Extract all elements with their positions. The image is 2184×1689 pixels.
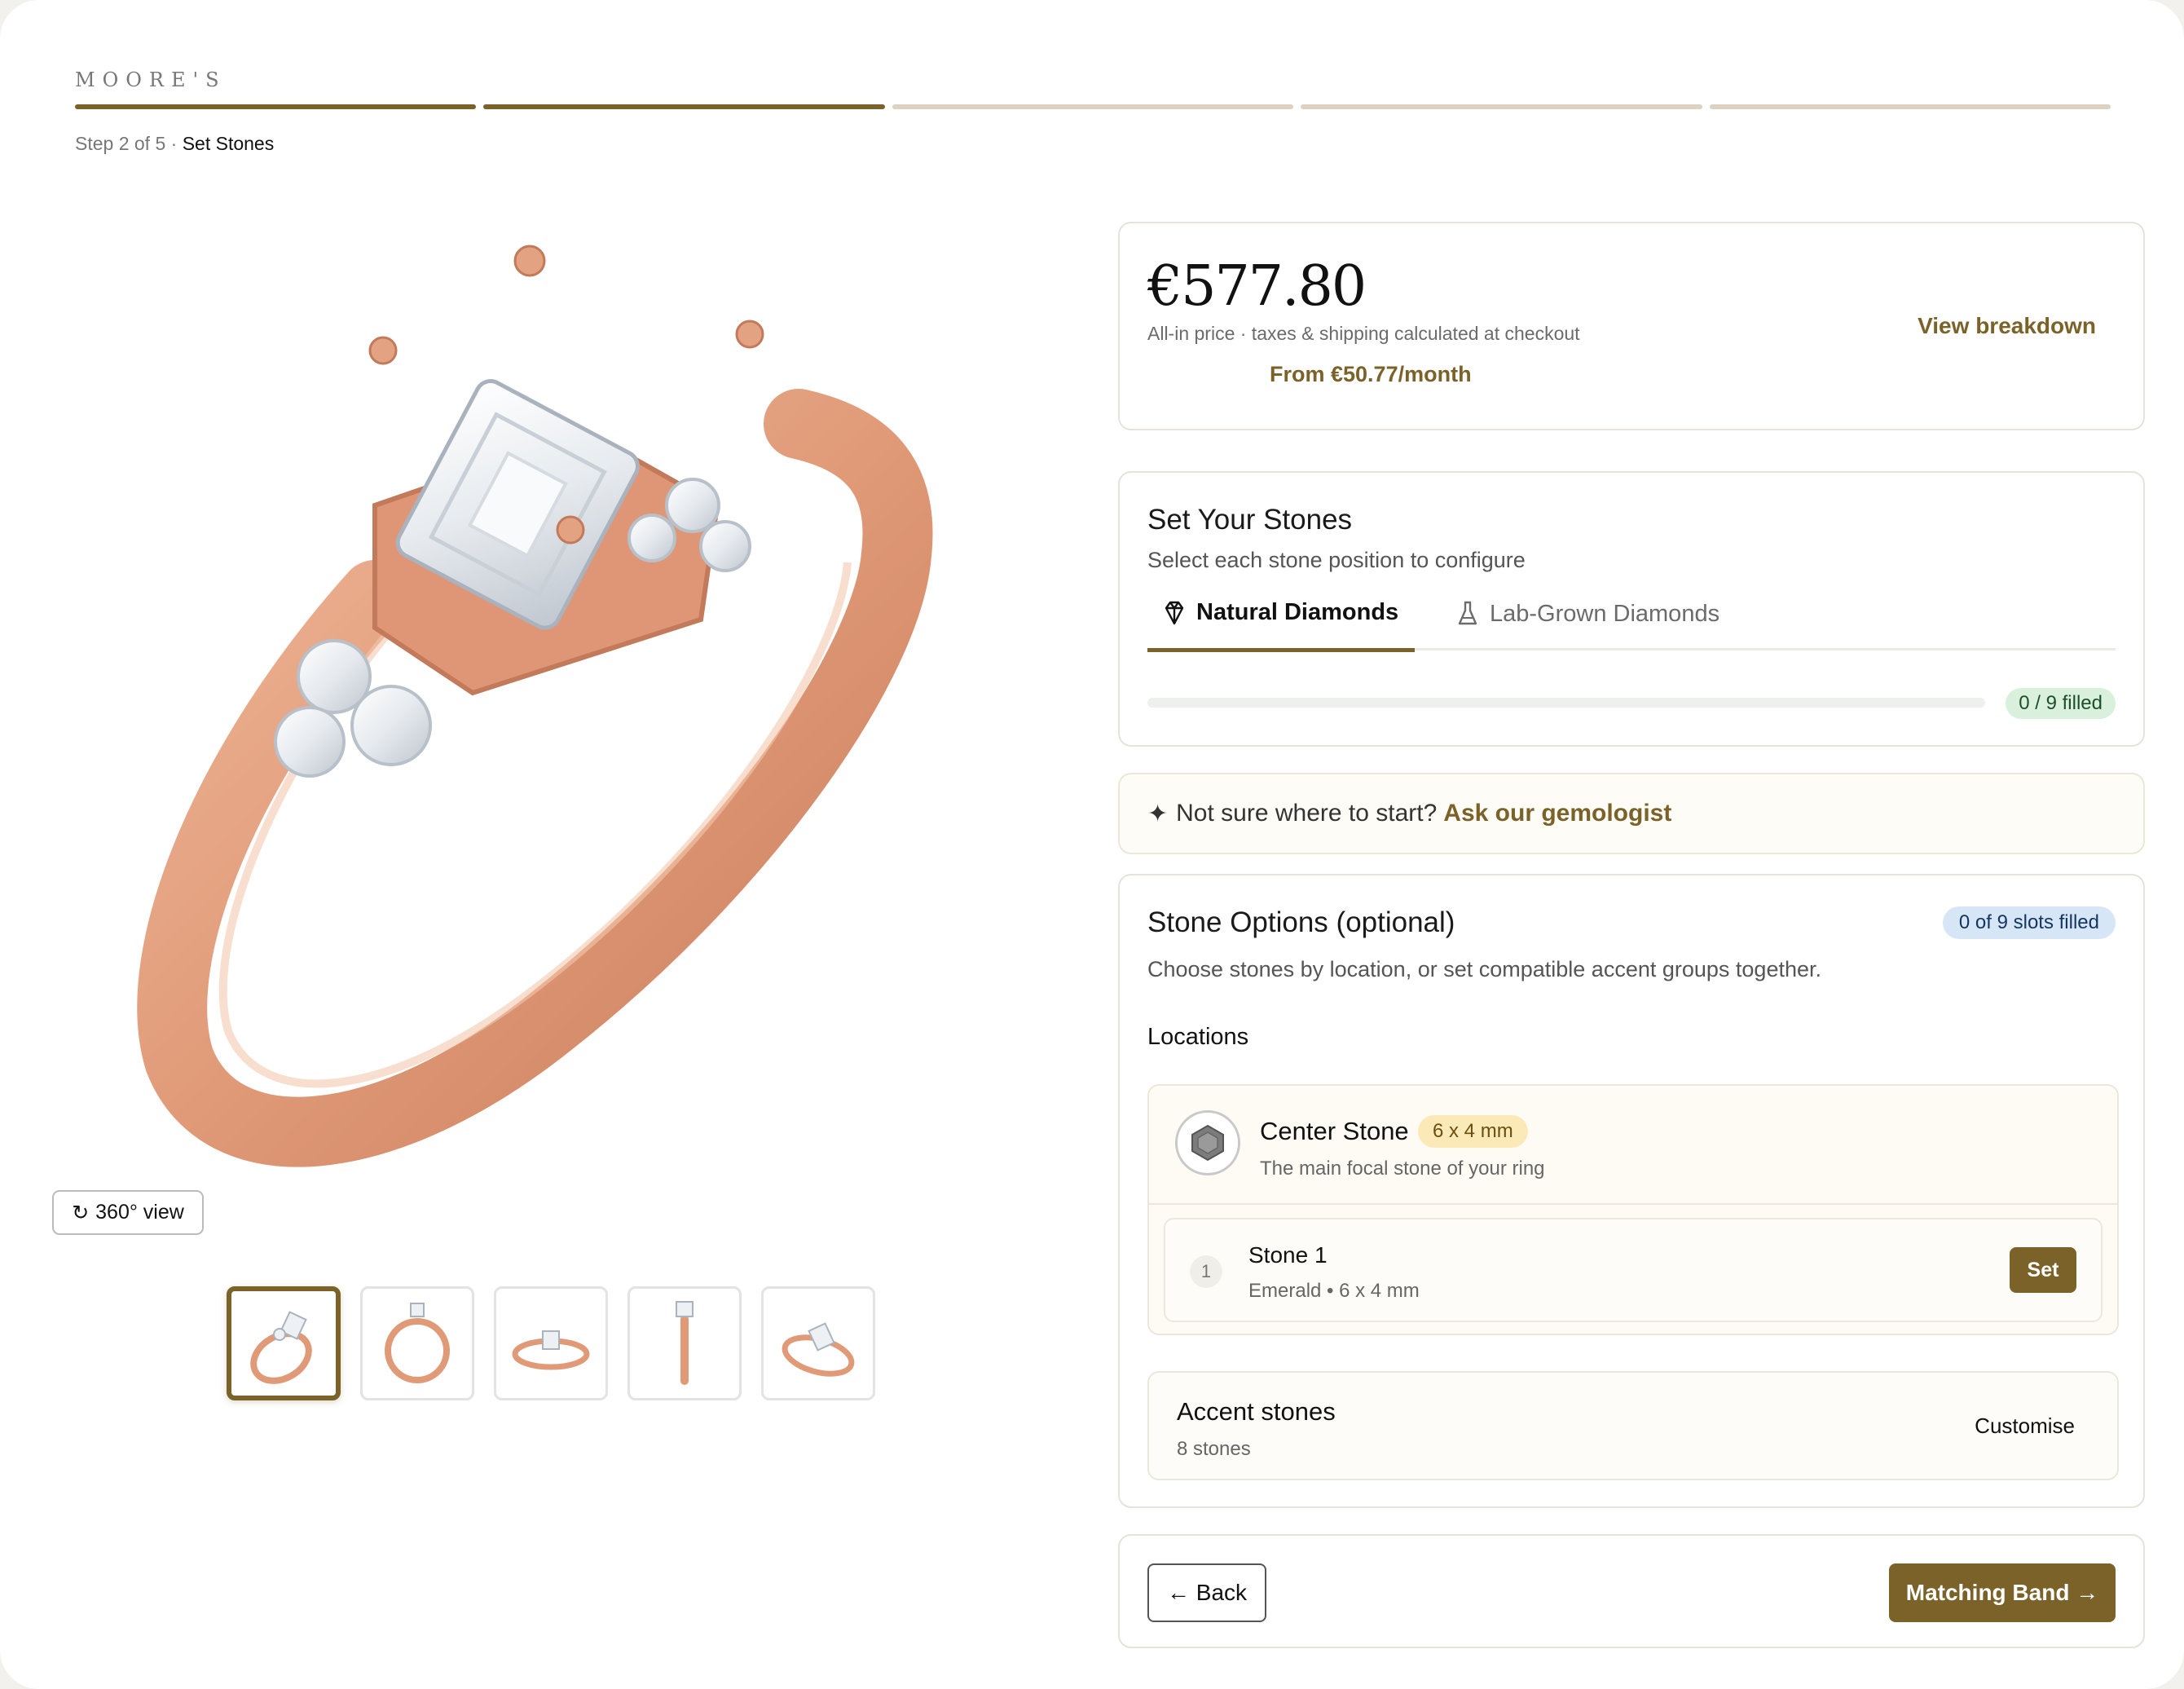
gemologist-prompt-text: Not sure where to start? <box>1176 800 1438 827</box>
view-breakdown-link[interactable]: View breakdown <box>1918 313 2096 339</box>
ring-thumbnail-icon <box>512 1330 590 1370</box>
set-stones-title: Set Your Stones <box>1147 504 1353 536</box>
stone-slot-name: Stone 1 <box>1248 1242 1328 1268</box>
thumbnail-gallery <box>227 1286 875 1400</box>
center-stone-group: Center Stone 6 x 4 mm The main focal sto… <box>1147 1084 2119 1335</box>
product-image[interactable] <box>130 236 945 1174</box>
thumbnail-4[interactable] <box>627 1286 742 1400</box>
center-stone-size-badge: 6 x 4 mm <box>1418 1115 1528 1148</box>
stone-slot-number: 1 <box>1190 1255 1222 1288</box>
gemologist-prompt: ✦ Not sure where to start? Ask our gemol… <box>1118 773 2145 854</box>
accent-stones-title: Accent stones <box>1177 1397 1336 1426</box>
ring-thumbnail-icon <box>385 1303 450 1383</box>
stone-slot-row: 1 Stone 1 Emerald • 6 x 4 mm Set <box>1164 1218 2103 1322</box>
ring-thumbnail-icon <box>250 1311 312 1384</box>
set-stones-card: Set Your Stones Select each stone positi… <box>1118 471 2145 747</box>
set-stones-subtitle: Select each stone position to configure <box>1147 548 1526 572</box>
accent-stones-group: Accent stones 8 stones Customise <box>1147 1371 2119 1480</box>
stone-options-card: Stone Options (optional) 0 of 9 slots fi… <box>1118 874 2145 1508</box>
progress-segment-1 <box>75 104 477 109</box>
sparkle-icon: ✦ <box>1147 800 1169 827</box>
tab-natural-diamonds[interactable]: Natural Diamonds <box>1147 577 1416 652</box>
back-button[interactable]: ← Back <box>1147 1563 1266 1622</box>
view-360-button[interactable]: ↻ 360° view <box>52 1190 204 1235</box>
ring-thumbnail-icon <box>782 1322 855 1377</box>
stones-filled-progress <box>1147 698 1985 708</box>
configurator-page: MOORE'S Step 2 of 5 · Set Stones ↻ 360° … <box>0 0 2184 1689</box>
progress-segment-4 <box>1301 104 1702 109</box>
accent-stones-count: 8 stones <box>1177 1438 1251 1460</box>
flask-icon <box>1458 601 1477 625</box>
total-price: €577.80 <box>1147 254 1367 319</box>
stone-slot-spec: Emerald • 6 x 4 mm <box>1248 1280 1420 1302</box>
stone-options-title: Stone Options (optional) <box>1147 906 1455 938</box>
progress-segment-2 <box>483 104 885 109</box>
thumbnail-2[interactable] <box>360 1286 474 1400</box>
step-progress-bar <box>75 104 2111 111</box>
progress-segment-3 <box>892 104 1294 109</box>
tab-natural-diamonds-label: Natural Diamonds <box>1196 599 1399 625</box>
matching-band-button[interactable]: Matching Band → <box>1889 1563 2116 1622</box>
stone-options-description: Choose stones by location, or set compat… <box>1147 957 1821 981</box>
ring-thumbnail-icon <box>676 1301 694 1385</box>
thumbnail-5[interactable] <box>761 1286 875 1400</box>
diamond-type-tabs: Natural Diamonds Lab-Grown Diamonds <box>1147 577 2116 652</box>
price-card: €577.80 All-in price · taxes & shipping … <box>1118 222 2145 430</box>
customise-accent-button[interactable]: Customise <box>1975 1413 2075 1439</box>
thumbnail-3[interactable] <box>494 1286 608 1400</box>
price-note: All-in price · taxes & shipping calculat… <box>1147 323 1580 344</box>
ask-gemologist-link[interactable]: Ask our gemologist <box>1443 800 1671 827</box>
locations-heading: Locations <box>1147 1024 1249 1050</box>
hexagon-gem-icon <box>1175 1110 1240 1175</box>
step-current: Set Stones <box>182 133 275 154</box>
tab-lab-grown-diamonds[interactable]: Lab-Grown Diamonds <box>1441 577 1736 650</box>
monthly-financing-link[interactable]: From €50.77/month <box>1270 362 1472 387</box>
tab-lab-grown-diamonds-label: Lab-Grown Diamonds <box>1490 600 1720 627</box>
step-navigation: ← Back Matching Band → <box>1118 1534 2145 1648</box>
set-stone-button[interactable]: Set <box>2010 1247 2076 1293</box>
center-stone-header[interactable]: Center Stone 6 x 4 mm The main focal sto… <box>1149 1086 2117 1205</box>
center-stone-description: The main focal stone of your ring <box>1260 1158 1545 1180</box>
view-360-label: 360° view <box>95 1201 184 1224</box>
brand-logo[interactable]: MOORE'S <box>75 68 227 91</box>
rotate-icon: ↻ <box>72 1201 90 1224</box>
step-indicator: Step 2 of 5 · Set Stones <box>75 133 274 155</box>
progress-segment-5 <box>1709 104 2111 109</box>
step-prefix: Step 2 of 5 · <box>75 133 183 154</box>
center-stone-title: Center Stone <box>1260 1117 1409 1145</box>
thumbnail-1[interactable] <box>227 1286 341 1400</box>
filled-count-badge: 0 / 9 filled <box>2006 688 2116 719</box>
slots-filled-badge: 0 of 9 slots filled <box>1942 906 2116 939</box>
ring-illustration <box>137 245 933 1167</box>
diamond-icon <box>1165 601 1184 624</box>
